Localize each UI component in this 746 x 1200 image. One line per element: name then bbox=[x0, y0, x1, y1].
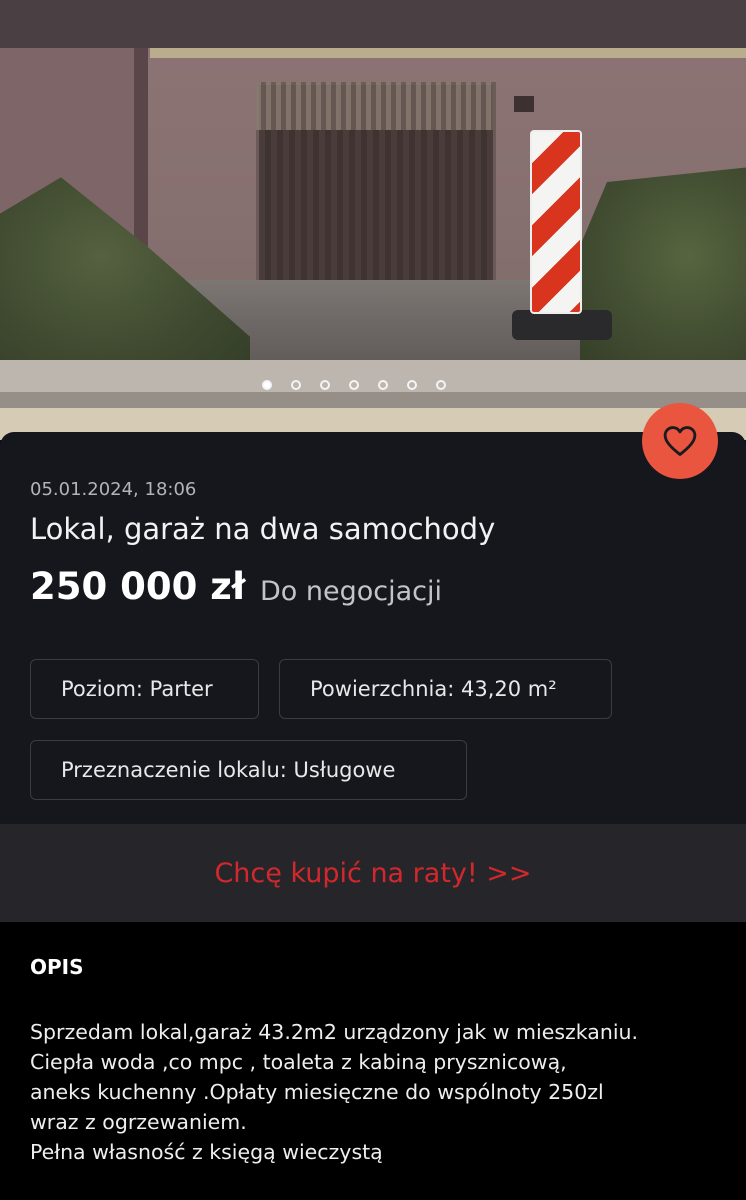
description-text: Sprzedam lokal,garaż 43.2m2 urządzony ja… bbox=[30, 1017, 730, 1167]
photo-vent bbox=[514, 96, 534, 112]
listing-title: Lokal, garaż na dwa samochody bbox=[30, 512, 496, 546]
installment-buy-button[interactable]: Chcę kupić na raty! >> bbox=[0, 824, 746, 922]
description-line: wraz z ogrzewaniem. bbox=[30, 1110, 247, 1134]
param-chip-area-label: Powierzchnia: 43,20 m² bbox=[310, 677, 557, 701]
photo-wall-ledge bbox=[150, 48, 746, 58]
description-line: Ciepła woda ,co mpc , toaleta z kabiną p… bbox=[30, 1050, 567, 1074]
status-bar bbox=[0, 0, 746, 48]
price-negotiable-note: Do negocjacji bbox=[260, 576, 443, 607]
param-chip-level: Poziom: Parter bbox=[30, 659, 259, 719]
listing-date: 05.01.2024, 18:06 bbox=[30, 479, 197, 500]
gallery-dot[interactable] bbox=[378, 380, 388, 390]
description-line: Sprzedam lokal,garaż 43.2m2 urządzony ja… bbox=[30, 1020, 639, 1044]
photo-warning-post bbox=[530, 130, 582, 314]
param-chip-level-label: Poziom: Parter bbox=[61, 677, 213, 701]
gallery-pagination[interactable] bbox=[262, 380, 446, 396]
favorite-button[interactable] bbox=[642, 403, 718, 479]
installment-buy-label: Chcę kupić na raty! >> bbox=[214, 857, 532, 889]
gallery-dot[interactable] bbox=[349, 380, 359, 390]
photo-post-base bbox=[512, 310, 612, 340]
gallery-dot[interactable] bbox=[436, 380, 446, 390]
description-line: aneks kuchenny .Opłaty miesięczne do wsp… bbox=[30, 1080, 604, 1104]
param-chip-area: Powierzchnia: 43,20 m² bbox=[279, 659, 612, 719]
param-chip-purpose-label: Przeznaczenie lokalu: Usługowe bbox=[61, 758, 396, 782]
gallery-dot[interactable] bbox=[407, 380, 417, 390]
gallery-dot[interactable] bbox=[291, 380, 301, 390]
listing-price: 250 000 zł bbox=[30, 565, 246, 608]
gallery-dot[interactable] bbox=[320, 380, 330, 390]
heart-icon bbox=[663, 426, 697, 456]
param-chip-purpose: Przeznaczenie lokalu: Usługowe bbox=[30, 740, 467, 800]
gallery-dot[interactable] bbox=[262, 380, 272, 390]
description-line: Pełna własność z księgą wieczystą bbox=[30, 1140, 383, 1164]
photo-garage-door-glass bbox=[256, 82, 496, 130]
description-heading: OPIS bbox=[30, 955, 84, 979]
